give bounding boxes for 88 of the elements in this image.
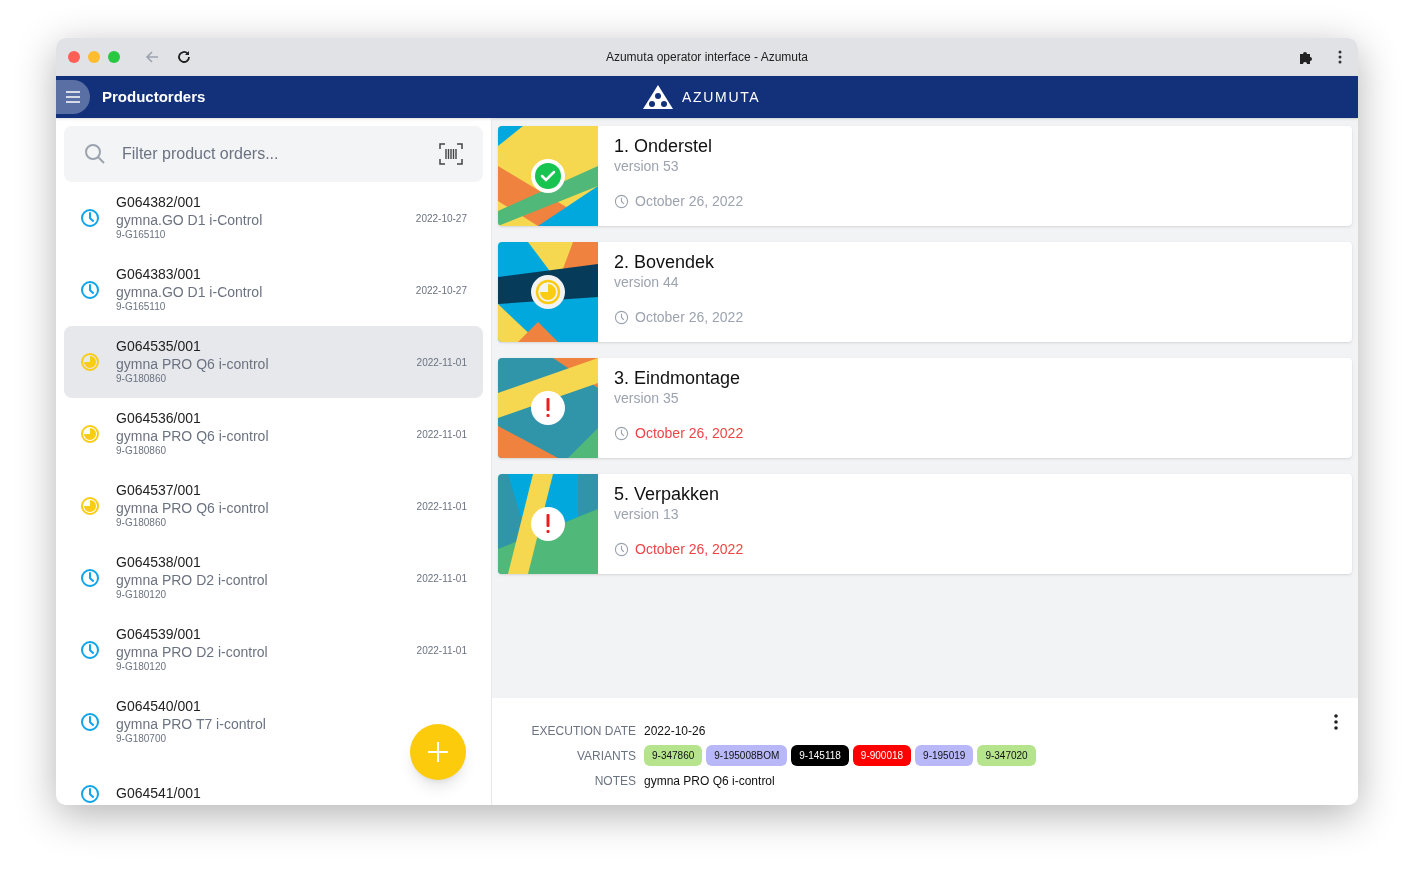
article-number: 9-G180860 — [116, 373, 167, 386]
product-name: gymna.GO D1 i-Control — [116, 211, 263, 230]
article-number: 9-G180860 — [116, 517, 167, 530]
article-number: 9-G180860 — [116, 445, 167, 458]
clock-icon — [80, 568, 100, 588]
product-name: gymna PRO Q6 i-control — [116, 499, 269, 518]
search-field[interactable]: Filter product orders... — [64, 126, 483, 182]
variant-tag: 9-900018 — [852, 745, 912, 766]
product-name: gymna.GO D1 i-Control — [116, 283, 263, 302]
order-date: 2022-11-01 — [416, 643, 467, 658]
order-code: G064536/001 — [116, 410, 201, 428]
clock-icon — [614, 542, 629, 557]
field-label: EXECUTION DATE — [530, 722, 637, 740]
order-date: 2022-11-01 — [416, 571, 467, 586]
variant-tag: 9-347860 — [644, 745, 703, 766]
article-number: 9-G165110 — [116, 229, 166, 242]
menu-button[interactable] — [56, 80, 90, 114]
order-code: G064535/001 — [116, 338, 201, 356]
more-icon[interactable] — [1338, 50, 1342, 64]
clock-icon — [80, 208, 100, 228]
search-input[interactable]: Filter product orders... — [122, 142, 423, 166]
search-icon — [84, 143, 106, 165]
version-label: version 35 — [614, 389, 680, 407]
version-label: version 13 — [614, 505, 680, 523]
order-code: G064540/001 — [116, 698, 201, 716]
clock-icon — [80, 784, 100, 804]
order-date: 2022-11-01 — [416, 355, 467, 370]
clock-icon — [80, 280, 100, 300]
article-number: 9-G180700 — [116, 733, 167, 746]
logo-text: AZUMUTA — [682, 87, 761, 107]
field-value: gymna PRO Q6 i-control — [644, 772, 775, 790]
field-label: VARIANTS — [575, 747, 637, 765]
product-name: gymna PRO Q6 i-control — [116, 355, 269, 374]
progress-icon — [80, 352, 100, 372]
product-name: gymna PRO D2 i-control — [116, 571, 268, 590]
puzzle-icon[interactable] — [1298, 49, 1314, 65]
operation-title: 1. Onderstel — [614, 135, 714, 158]
product-name: gymna PRO D2 i-control — [116, 643, 268, 662]
version-label: version 53 — [614, 157, 680, 175]
operation-card[interactable]: 1. Onderstel version 53 October 26, 2022 — [498, 126, 1352, 226]
order-item[interactable]: G064535/001 gymna PRO Q6 i-control 9-G180860 2022-11-01 — [64, 326, 483, 398]
operation-date: October 26, 2022 — [635, 424, 744, 443]
version-label: version 44 — [614, 273, 680, 291]
operation-title: 2. Bovendek — [614, 251, 716, 274]
operation-card[interactable]: 3. Eindmontage version 35 October 26, 2022 — [498, 358, 1352, 458]
order-date: 2022-10-27 — [415, 211, 467, 226]
clock-icon — [80, 640, 100, 660]
variant-tag: 9-195008BOM — [706, 745, 788, 766]
order-date: 2022-10-27 — [415, 283, 467, 298]
order-code: G064537/001 — [116, 482, 201, 500]
operation-date: October 26, 2022 — [635, 540, 744, 559]
order-code: G064382/001 — [116, 194, 201, 212]
order-date: 2022-11-01 — [416, 427, 467, 442]
clock-icon — [80, 712, 100, 732]
order-code: G064539/001 — [116, 626, 201, 644]
order-date: 2022-11-01 — [416, 499, 467, 514]
order-code: G064538/001 — [116, 554, 201, 572]
operation-date: October 26, 2022 — [635, 308, 744, 327]
article-number: 9-G180120 — [116, 589, 167, 602]
reload-icon[interactable] — [176, 49, 192, 65]
article-number: 9-G180120 — [116, 661, 167, 674]
menu-icon — [66, 91, 80, 103]
clock-icon — [614, 426, 629, 441]
app-title: Productorders — [102, 86, 206, 107]
operation-date: October 26, 2022 — [635, 192, 744, 211]
article-number: 9-G165110 — [116, 301, 166, 314]
order-code: G064541/001 — [116, 785, 201, 803]
operation-title: 5. Verpakken — [614, 483, 721, 506]
progress-icon — [80, 496, 100, 516]
operation-card[interactable]: 2. Bovendek version 44 October 26, 2022 — [498, 242, 1352, 342]
operation-card[interactable]: 5. Verpakken version 13 October 26, 2022 — [498, 474, 1352, 574]
field-value: 2022-10-26 — [644, 722, 706, 740]
more-icon[interactable] — [1334, 714, 1338, 730]
product-name: gymna PRO T7 i-control — [116, 715, 266, 734]
clock-icon — [614, 310, 629, 325]
field-label: NOTES — [593, 772, 637, 790]
window-title: Azumuta operator interface - Azumuta — [605, 49, 809, 66]
plus-icon — [427, 741, 449, 763]
product-name: gymna PRO Q6 i-control — [116, 427, 269, 446]
order-code: G064383/001 — [116, 266, 201, 284]
operation-title: 3. Eindmontage — [614, 367, 742, 390]
variant-tag: 9-145118 — [791, 745, 849, 766]
variant-tag: 9-195019 — [915, 745, 974, 766]
logo-icon — [642, 84, 674, 110]
variant-tag: 9-347020 — [977, 745, 1036, 766]
clock-icon — [614, 194, 629, 209]
progress-icon — [80, 424, 100, 444]
barcode-icon[interactable] — [439, 143, 463, 165]
